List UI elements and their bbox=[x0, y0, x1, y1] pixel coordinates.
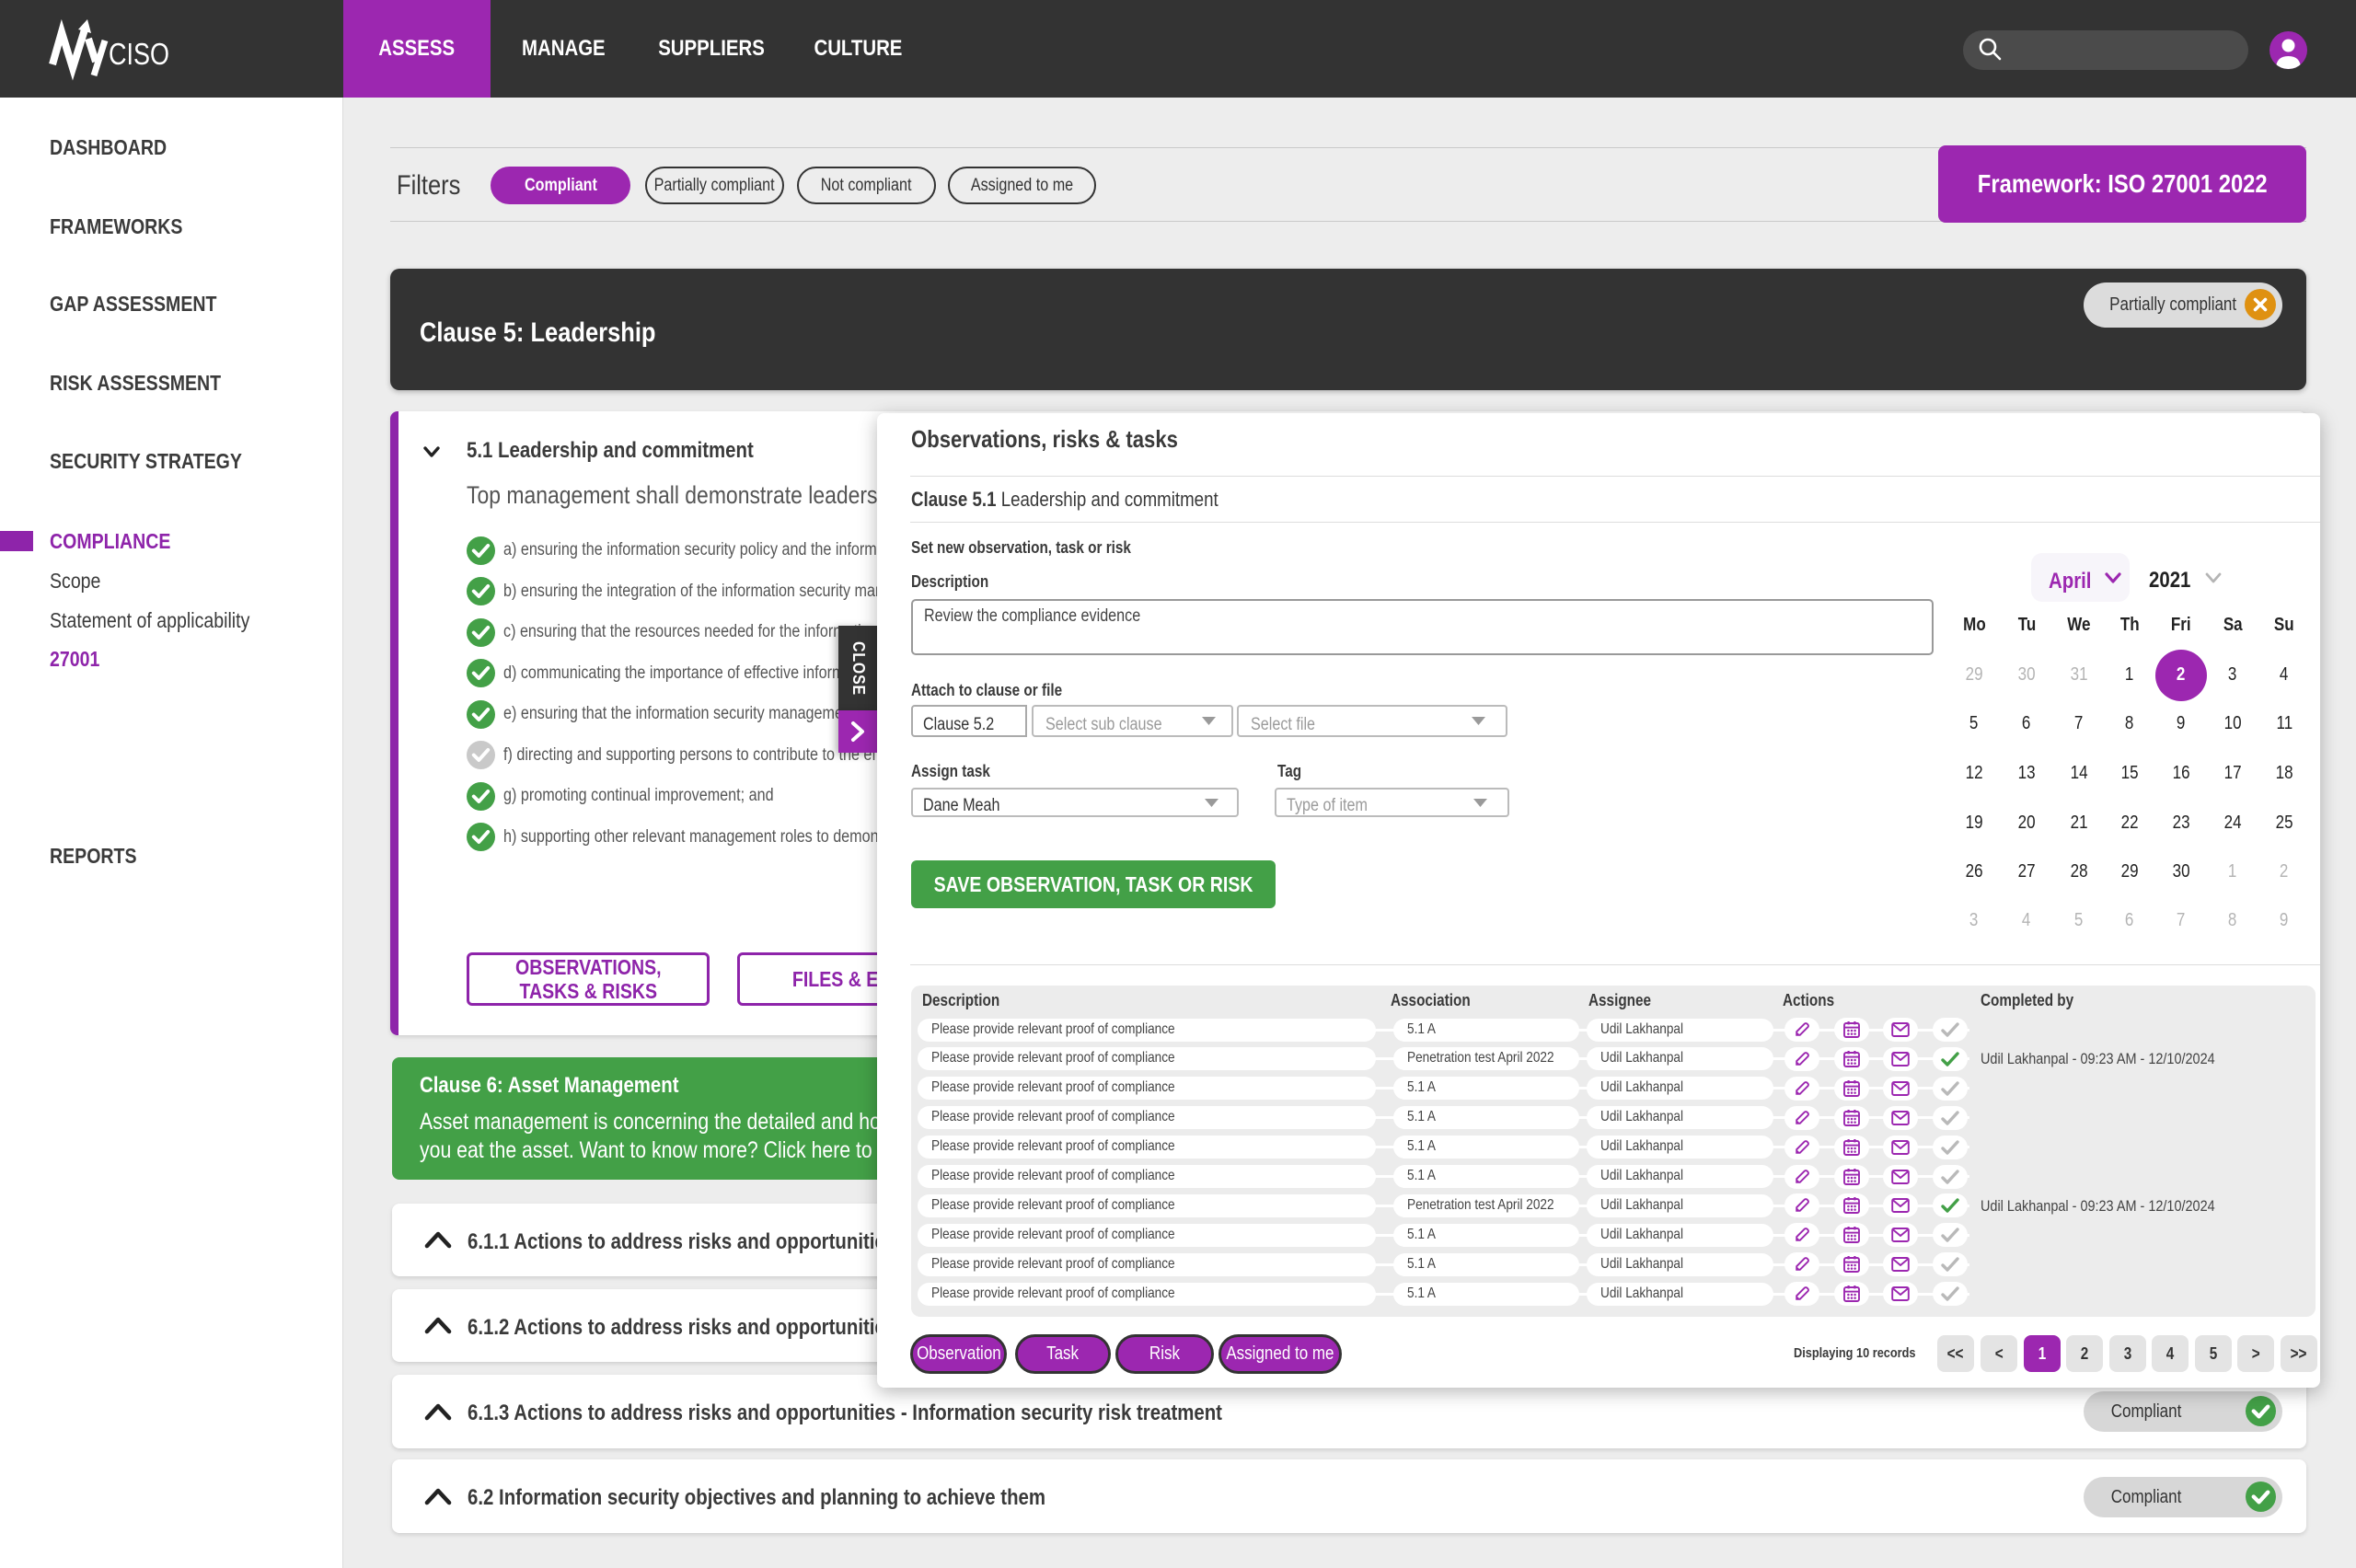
svg-text:CISO: CISO bbox=[109, 37, 169, 71]
